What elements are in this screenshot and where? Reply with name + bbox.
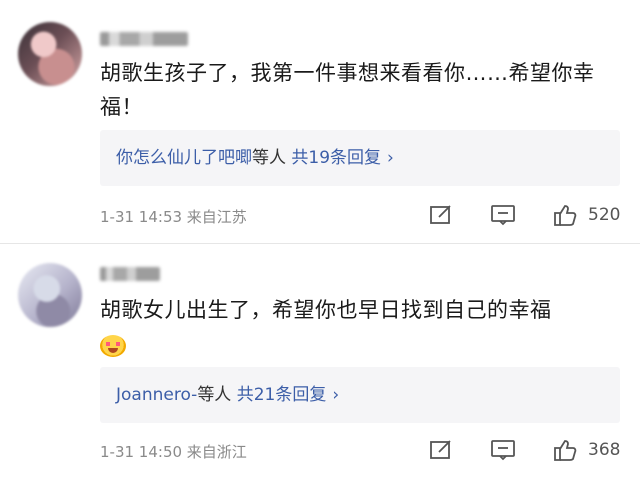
reply-user[interactable]: 你怎么仙儿了吧唧 — [116, 148, 252, 168]
username-blurred[interactable] — [100, 32, 188, 46]
replies-preview[interactable]: Joannero-等人 共21条回复 › — [100, 367, 620, 423]
comment-footer: 1-31 14:53 来自江苏 520 — [100, 200, 630, 230]
comment-item: 胡歌生孩子了，我第一件事想来看看你……希望你幸福！ 你怎么仙儿了吧唧等人 共19… — [0, 0, 640, 245]
chevron-right-icon: › — [332, 385, 340, 405]
comment-icon[interactable] — [490, 438, 516, 462]
chevron-right-icon: › — [387, 148, 394, 168]
reply-mid: 等人 — [197, 385, 232, 405]
divider — [0, 243, 640, 244]
reply-count[interactable]: 共19条回复 — [291, 148, 381, 168]
comment-text: 胡歌女儿出生了，希望你也早日找到自己的幸福 — [100, 298, 552, 322]
comment-icon[interactable] — [490, 203, 516, 227]
thumbs-up-icon[interactable] — [552, 203, 578, 227]
share-edit-icon[interactable] — [428, 438, 454, 462]
like-count: 520 — [588, 205, 621, 225]
comment-time: 1-31 14:50 来自浙江 — [100, 443, 247, 461]
avatar[interactable] — [18, 263, 82, 327]
reply-count[interactable]: 共21条回复 — [237, 385, 327, 405]
replies-preview[interactable]: 你怎么仙儿了吧唧等人 共19条回复 › — [100, 130, 620, 186]
username-blurred[interactable] — [100, 267, 160, 281]
comment-time: 1-31 14:53 来自江苏 — [100, 208, 247, 226]
comment-footer: 1-31 14:50 来自浙江 368 — [100, 435, 630, 465]
reply-user[interactable]: Joannero- — [116, 385, 197, 405]
avatar[interactable] — [18, 22, 82, 86]
comment-text: 胡歌生孩子了，我第一件事想来看看你……希望你幸福！ — [100, 61, 595, 119]
kiss-blush-emoji — [100, 335, 126, 357]
reply-mid: 等人 — [252, 148, 286, 168]
comment-item: 胡歌女儿出生了，希望你也早日找到自己的幸福 Joannero-等人 共21条回复… — [0, 245, 640, 487]
like-count: 368 — [588, 440, 621, 460]
share-edit-icon[interactable] — [428, 203, 454, 227]
thumbs-up-icon[interactable] — [552, 438, 578, 462]
